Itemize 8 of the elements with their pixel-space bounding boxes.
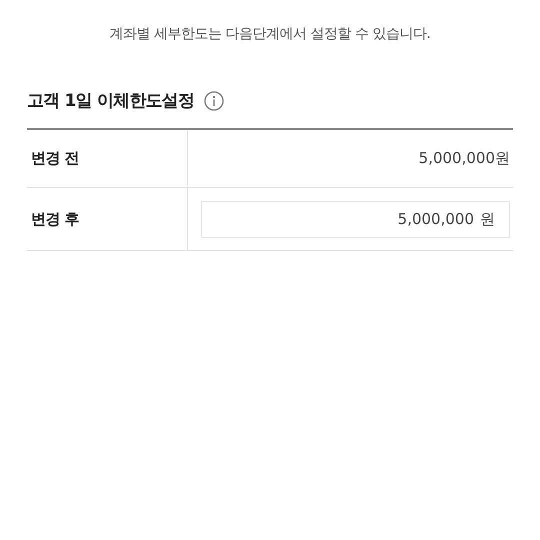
row-label: 변경 전	[31, 149, 80, 168]
amount-field[interactable]: 5,000,000 원	[201, 200, 510, 238]
row-label: 변경 후	[31, 210, 80, 228]
info-icon[interactable]	[204, 90, 224, 110]
notice-text: 계좌별 세부한도는 다음단계에서 설정할 수 있습니다.	[108, 25, 432, 43]
section-title: 고객 1일 이체한도설정	[27, 90, 194, 112]
currency-unit: 원	[480, 210, 495, 228]
amount-value: 5,000,000원	[418, 149, 510, 168]
